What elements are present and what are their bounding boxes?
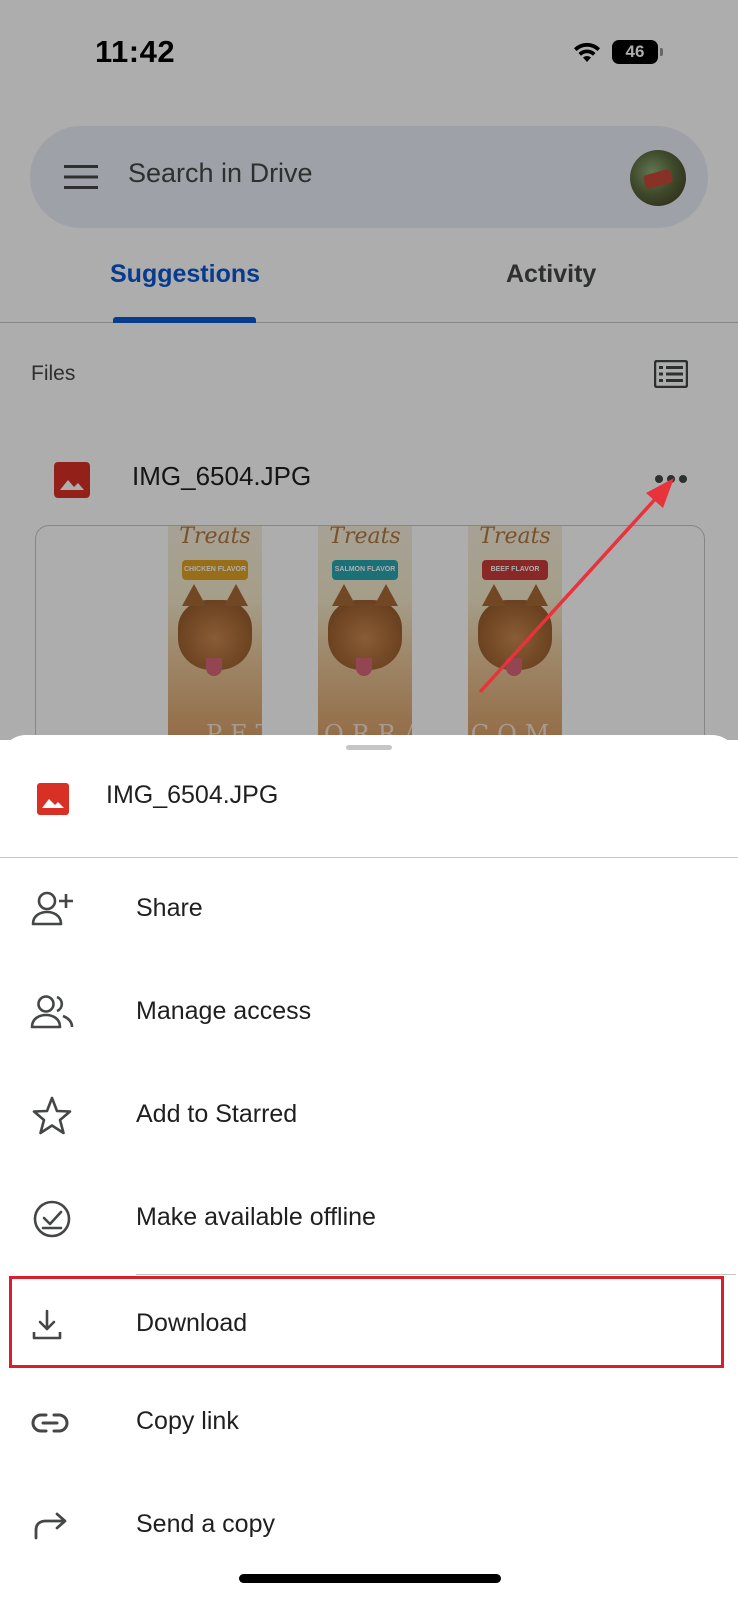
divider xyxy=(136,1274,736,1275)
menu-item-make-available-offline[interactable]: Make available offline xyxy=(0,1169,738,1269)
menu-item-label: Copy link xyxy=(136,1407,239,1435)
people-icon xyxy=(30,995,74,1029)
star-icon xyxy=(32,1096,72,1135)
menu-item-label: Add to Starred xyxy=(136,1100,298,1128)
home-indicator[interactable] xyxy=(239,1574,501,1583)
image-file-icon xyxy=(37,783,69,815)
person-add-icon xyxy=(31,891,73,926)
menu-item-send-a-copy[interactable]: Send a copy xyxy=(0,1476,738,1576)
link-icon xyxy=(31,1413,69,1433)
menu-item-label: Send a copy xyxy=(136,1510,275,1538)
forward-icon xyxy=(34,1512,67,1540)
menu-item-label: Manage access xyxy=(136,997,312,1025)
download-highlight-box xyxy=(9,1276,724,1368)
menu-item-label: Share xyxy=(136,894,203,922)
annotation-arrow-icon xyxy=(478,478,674,694)
offline-check-icon xyxy=(33,1200,71,1238)
bottom-sheet: IMG_6504.JPG Share Manage access Add to … xyxy=(0,735,738,1600)
sheet-header: IMG_6504.JPG xyxy=(0,735,738,858)
menu-item-copy-link[interactable]: Copy link xyxy=(0,1373,738,1473)
menu-item-label: Make available offline xyxy=(136,1203,376,1231)
menu-item-share[interactable]: Share xyxy=(0,860,738,960)
menu-item-add-to-starred[interactable]: Add to Starred xyxy=(0,1066,738,1166)
menu-item-manage-access[interactable]: Manage access xyxy=(0,963,738,1063)
sheet-file-name: IMG_6504.JPG xyxy=(106,781,279,809)
